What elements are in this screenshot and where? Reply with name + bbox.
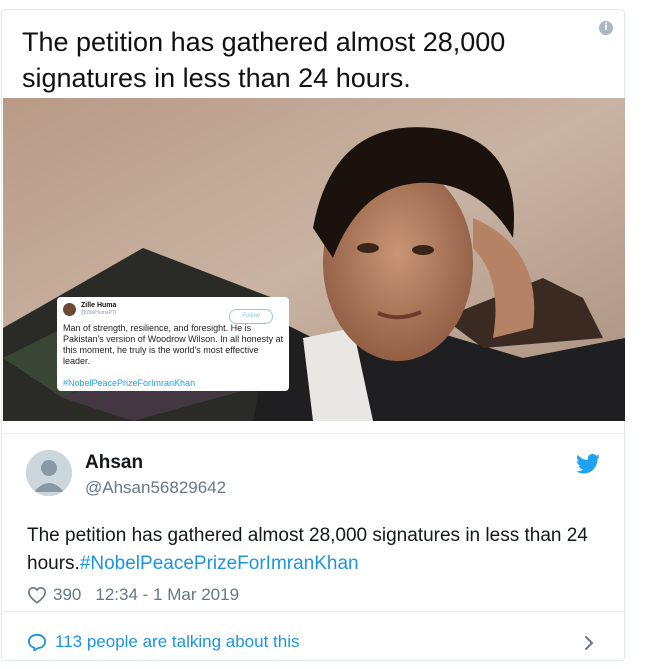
embedded-follow-button: Follow xyxy=(229,309,273,324)
embedded-tweet-text: Man of strength, resilience, and foresig… xyxy=(63,323,284,366)
embedded-author-name: Zille Huma xyxy=(81,302,117,309)
tweet-hashtag-link[interactable]: #NobelPeacePrizeForImranKhan xyxy=(80,553,359,574)
tweet-timestamp[interactable]: 12:34 - 1 Mar 2019 xyxy=(95,585,239,605)
tweet-photo[interactable]: Zille Huma @ZilleHumaPTI Follow Man of s… xyxy=(3,98,625,421)
embedded-avatar xyxy=(63,303,76,316)
like-count[interactable]: 390 xyxy=(53,585,81,605)
author-handle[interactable]: @Ahsan56829642 xyxy=(85,478,226,498)
chevron-right-icon[interactable] xyxy=(583,635,595,651)
avatar[interactable] xyxy=(26,450,72,496)
speech-bubble-icon xyxy=(28,633,46,651)
default-avatar-icon xyxy=(26,450,72,496)
tweet-text: The petition has gathered almost 28,000 … xyxy=(27,522,617,578)
info-icon[interactable]: i xyxy=(599,21,613,35)
divider xyxy=(2,433,624,434)
embedded-hashtag: #NobelPeacePrizeForImranKhan xyxy=(63,378,196,388)
embedded-tweet-card: The petition has gathered almost 28,000 … xyxy=(1,9,625,661)
article-headline: The petition has gathered almost 28,000 … xyxy=(22,27,506,93)
heart-icon[interactable] xyxy=(27,586,47,604)
divider xyxy=(2,611,624,612)
conversation-link[interactable]: 113 people are talking about this xyxy=(27,632,299,652)
tweet-meta: 390 12:34 - 1 Mar 2019 xyxy=(27,584,239,606)
embedded-screenshot-tweet: Zille Huma @ZilleHumaPTI Follow Man of s… xyxy=(57,297,289,391)
author-name[interactable]: Ahsan xyxy=(85,452,143,474)
talking-label: 113 people are talking about this xyxy=(55,632,300,651)
twitter-bird-icon[interactable] xyxy=(576,454,600,474)
embedded-author-handle: @ZilleHumaPTI xyxy=(81,310,117,316)
